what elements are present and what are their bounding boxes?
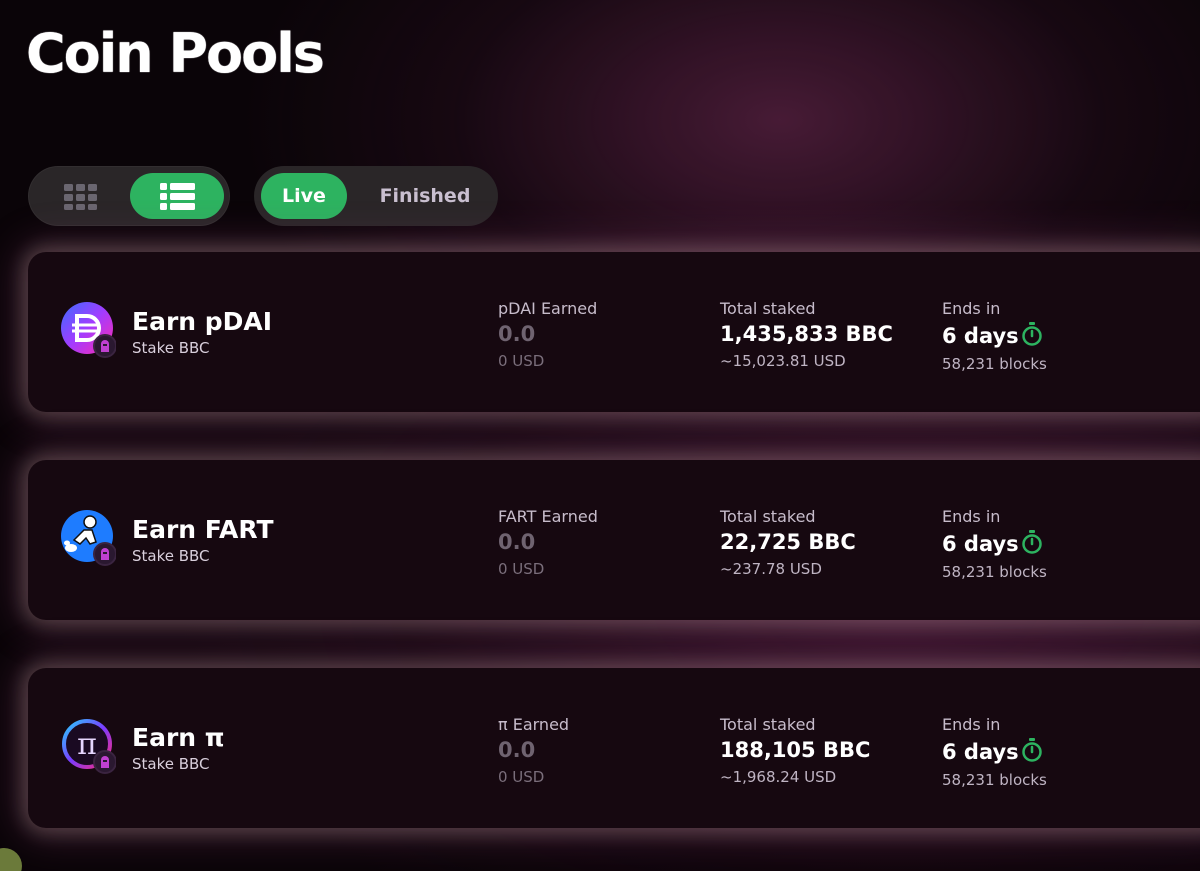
grid-view-button[interactable] bbox=[62, 183, 100, 211]
corner-decoration bbox=[0, 848, 22, 871]
list-view-icon bbox=[160, 183, 195, 210]
earned-value: 0.0 bbox=[498, 738, 536, 762]
earned-usd: 0 USD bbox=[498, 560, 545, 578]
staked-usd: ~1,968.24 USD bbox=[720, 768, 837, 786]
pi-token-icon: π bbox=[62, 719, 116, 774]
pool-subtitle: Stake BBC bbox=[132, 547, 210, 565]
svg-text:π: π bbox=[77, 727, 97, 762]
timer-icon bbox=[1022, 530, 1042, 554]
ends-label: Ends in bbox=[942, 715, 1001, 734]
staked-usd: ~237.78 USD bbox=[720, 560, 822, 578]
page-title: Coin Pools bbox=[26, 22, 325, 85]
ends-blocks: 58,231 blocks bbox=[942, 355, 1047, 373]
staked-value: 1,435,833 BBC bbox=[720, 322, 893, 346]
ends-blocks: 58,231 blocks bbox=[942, 563, 1047, 581]
pool-card-pdai[interactable]: Earn pDAI Stake BBC pDAI Earned 0.0 0 US… bbox=[28, 252, 1200, 412]
earned-value: 0.0 bbox=[498, 530, 536, 554]
ends-value: 6 days bbox=[942, 532, 1019, 556]
list-view-button[interactable] bbox=[130, 173, 224, 219]
pdai-token-icon bbox=[61, 302, 116, 358]
tab-live[interactable]: Live bbox=[261, 173, 347, 219]
ends-label: Ends in bbox=[942, 299, 1001, 318]
ends-blocks: 58,231 blocks bbox=[942, 771, 1047, 789]
fart-token-icon bbox=[61, 510, 116, 566]
timer-icon bbox=[1022, 322, 1042, 346]
earned-label: π Earned bbox=[498, 715, 570, 734]
staked-label: Total staked bbox=[720, 299, 816, 318]
staked-value: 188,105 BBC bbox=[720, 738, 871, 762]
pool-card-fart[interactable]: Earn FART Stake BBC FART Earned 0.0 0 US… bbox=[28, 460, 1200, 620]
pool-title: Earn pDAI bbox=[132, 307, 273, 336]
earned-usd: 0 USD bbox=[498, 768, 545, 786]
earned-label: pDAI Earned bbox=[498, 299, 598, 318]
earned-label: FART Earned bbox=[498, 507, 598, 526]
timer-icon bbox=[1022, 738, 1042, 762]
pool-subtitle: Stake BBC bbox=[132, 755, 210, 773]
tab-finished[interactable]: Finished bbox=[372, 173, 478, 219]
ends-value: 6 days bbox=[942, 324, 1019, 348]
pool-subtitle: Stake BBC bbox=[132, 339, 210, 357]
pool-card-pi[interactable]: π Earn π Stake BBC π Earned 0.0 0 USD To… bbox=[28, 668, 1200, 828]
earned-value: 0.0 bbox=[498, 322, 536, 346]
staked-usd: ~15,023.81 USD bbox=[720, 352, 846, 370]
ends-value: 6 days bbox=[942, 740, 1019, 764]
earned-usd: 0 USD bbox=[498, 352, 545, 370]
pool-title: Earn π bbox=[132, 723, 225, 752]
staked-value: 22,725 BBC bbox=[720, 530, 856, 554]
staked-label: Total staked bbox=[720, 507, 816, 526]
ends-label: Ends in bbox=[942, 507, 1001, 526]
pool-title: Earn FART bbox=[132, 515, 274, 544]
grid-view-icon bbox=[64, 184, 97, 210]
staked-label: Total staked bbox=[720, 715, 816, 734]
